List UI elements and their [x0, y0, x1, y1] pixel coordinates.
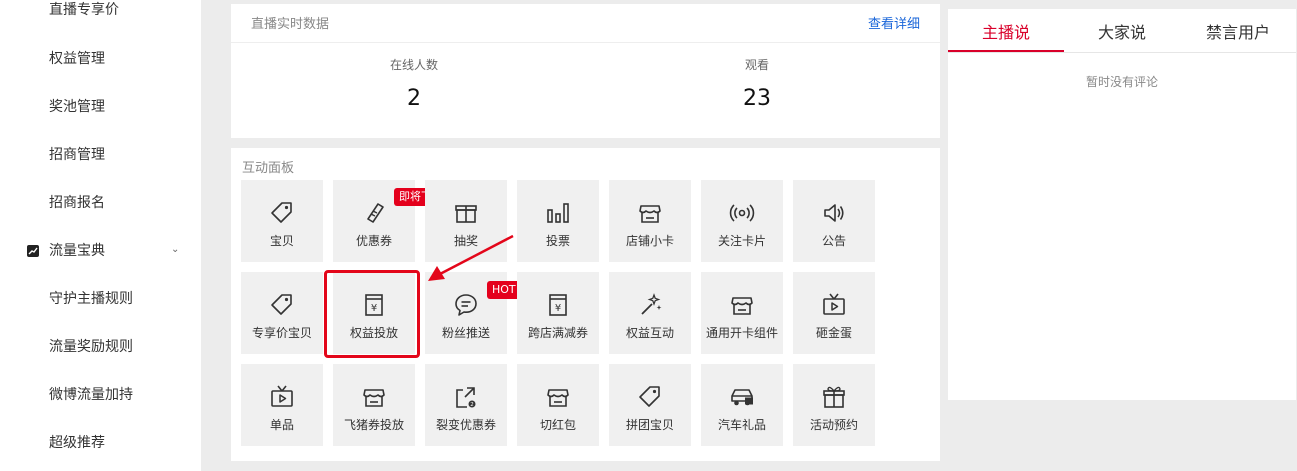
- tile-label: 裂变优惠券: [435, 418, 496, 432]
- tile-rights-delivery[interactable]: ¥ 权益投放: [333, 272, 415, 354]
- divider: [231, 42, 940, 43]
- tile-label: 汽车礼品: [717, 418, 766, 432]
- sidebar-group-traffic-guide[interactable]: 流量宝典 ⌄: [25, 236, 185, 266]
- car-icon: [731, 389, 753, 406]
- tag-icon: [271, 202, 292, 223]
- active-tab-indicator: [948, 50, 1064, 52]
- tile-label: 权益互动: [625, 326, 674, 340]
- tile-group-buy-product[interactable]: 拼团宝贝: [609, 364, 691, 446]
- tile-label: 活动预约: [809, 418, 858, 432]
- speaker-icon: [824, 204, 844, 222]
- tile-red-packet[interactable]: 切红包: [517, 364, 599, 446]
- trend-chart-icon: [27, 245, 39, 257]
- broadcast-icon: [729, 204, 755, 222]
- tab-muted-users[interactable]: 禁言用户: [1180, 19, 1296, 43]
- live-data-card: 直播实时数据 查看详细 在线人数 2 观看 23: [231, 4, 940, 138]
- tile-label: 粉丝推送: [441, 326, 490, 340]
- tile-card-opening-component[interactable]: 通用开卡组件: [701, 272, 783, 354]
- tile-label: 关注卡片: [717, 234, 766, 248]
- sidebar: 直播专享价 权益管理 奖池管理 招商管理 招商报名 流量宝典 ⌄ 守护主播规则 …: [0, 0, 201, 471]
- tile-smash-golden-egg[interactable]: 砸金蛋: [793, 272, 875, 354]
- magic-wand-icon: [641, 293, 662, 315]
- tag-icon: [271, 294, 292, 315]
- tile-label: 砸金蛋: [815, 326, 852, 340]
- sidebar-item-live-exclusive-price[interactable]: 直播专享价: [49, 0, 119, 25]
- shop-icon: [639, 205, 661, 223]
- tile-label: 拼团宝贝: [625, 418, 674, 432]
- tile-viral-coupon[interactable]: 2 裂变优惠券: [425, 364, 507, 446]
- views-label: 观看: [744, 58, 769, 72]
- panel-title: 互动面板: [242, 161, 295, 176]
- tab-everyone-says[interactable]: 大家说: [1064, 19, 1180, 43]
- chevron-down-icon[interactable]: ⌄: [171, 235, 179, 265]
- tile-car-gift[interactable]: 汽车礼品: [701, 364, 783, 446]
- views-value: 23: [743, 86, 771, 111]
- tile-label: 通用开卡组件: [705, 326, 778, 340]
- tile-label: 专享价宝贝: [251, 326, 312, 340]
- sidebar-item-merchant-management[interactable]: 招商管理: [49, 140, 105, 170]
- tile-label: 单品: [269, 418, 294, 432]
- tile-lottery[interactable]: 抽奖: [425, 180, 507, 262]
- tile-label: 权益投放: [349, 326, 398, 340]
- sidebar-item-merchant-signup[interactable]: 招商报名: [49, 188, 105, 218]
- sidebar-item-rights-management[interactable]: 权益管理: [49, 44, 105, 74]
- shop-icon: [363, 389, 385, 407]
- sidebar-item-super-recommend[interactable]: 超级推荐: [49, 428, 105, 458]
- tile-label: 抽奖: [453, 234, 478, 248]
- tv-play-icon: [823, 293, 845, 315]
- tv-play-icon: [271, 385, 293, 407]
- tile-label: 投票: [545, 234, 570, 248]
- share-icon: 2: [456, 387, 476, 408]
- tile-fliggy-coupon[interactable]: 飞猪券投放: [333, 364, 415, 446]
- gift-icon: [823, 386, 845, 408]
- tile-follow-card[interactable]: 关注卡片: [701, 180, 783, 262]
- tile-label: 宝贝: [269, 234, 294, 248]
- badge-hot: HOT: [487, 281, 521, 299]
- ticket-icon: [367, 203, 384, 223]
- chat-bubble-icon: [455, 294, 477, 316]
- tile-label: 切红包: [539, 418, 576, 432]
- sidebar-item-traffic-reward-rules[interactable]: 流量奖励规则: [49, 332, 133, 362]
- comments-panel: 主播说 大家说 禁言用户 暂时没有评论: [948, 9, 1296, 400]
- sidebar-item-prize-pool-management[interactable]: 奖池管理: [49, 92, 105, 122]
- yen-box-icon: ¥: [549, 294, 567, 316]
- svg-text:¥: ¥: [555, 303, 561, 314]
- empty-comments-text: 暂时没有评论: [1085, 75, 1158, 89]
- tile-shop-card[interactable]: 店铺小卡: [609, 180, 691, 262]
- tile-announcement[interactable]: 公告: [793, 180, 875, 262]
- tile-label: 公告: [821, 234, 846, 248]
- online-count-value: 2: [407, 86, 421, 111]
- tile-label: 店铺小卡: [625, 234, 674, 248]
- tile-rights-interaction[interactable]: 权益互动: [609, 272, 691, 354]
- view-details-link[interactable]: 查看详细: [868, 13, 920, 32]
- live-data-title: 直播实时数据: [251, 17, 330, 32]
- tab-divider: [948, 52, 1296, 53]
- tile-vote[interactable]: 投票: [517, 180, 599, 262]
- online-count-label: 在线人数: [389, 58, 438, 72]
- tab-host-says[interactable]: 主播说: [948, 19, 1064, 43]
- tile-label: 跨店满减券: [527, 326, 588, 340]
- shop-icon: [547, 389, 569, 407]
- bar-chart-icon: [547, 203, 569, 223]
- tile-event-reservation[interactable]: 活动预约: [793, 364, 875, 446]
- tag-icon: [639, 386, 660, 407]
- tile-exclusive-price-product[interactable]: 专享价宝贝: [241, 272, 323, 354]
- sidebar-item-weibo-traffic-boost[interactable]: 微博流量加持: [49, 380, 133, 410]
- yen-box-icon: ¥: [365, 294, 383, 316]
- svg-text:¥: ¥: [371, 303, 377, 314]
- tile-label: 优惠券: [355, 234, 392, 248]
- tile-cross-store-coupon[interactable]: ¥ 跨店满减券: [517, 272, 599, 354]
- tile-label: 飞猪券投放: [343, 418, 404, 432]
- tile-single-item[interactable]: 单品: [241, 364, 323, 446]
- svg-text:2: 2: [470, 402, 474, 408]
- shop-icon: [731, 297, 753, 315]
- gift-box-icon: [455, 205, 477, 223]
- sidebar-group-label: 流量宝典: [49, 243, 105, 259]
- tile-product[interactable]: 宝贝: [241, 180, 323, 262]
- sidebar-item-guardian-rules[interactable]: 守护主播规则: [49, 284, 133, 314]
